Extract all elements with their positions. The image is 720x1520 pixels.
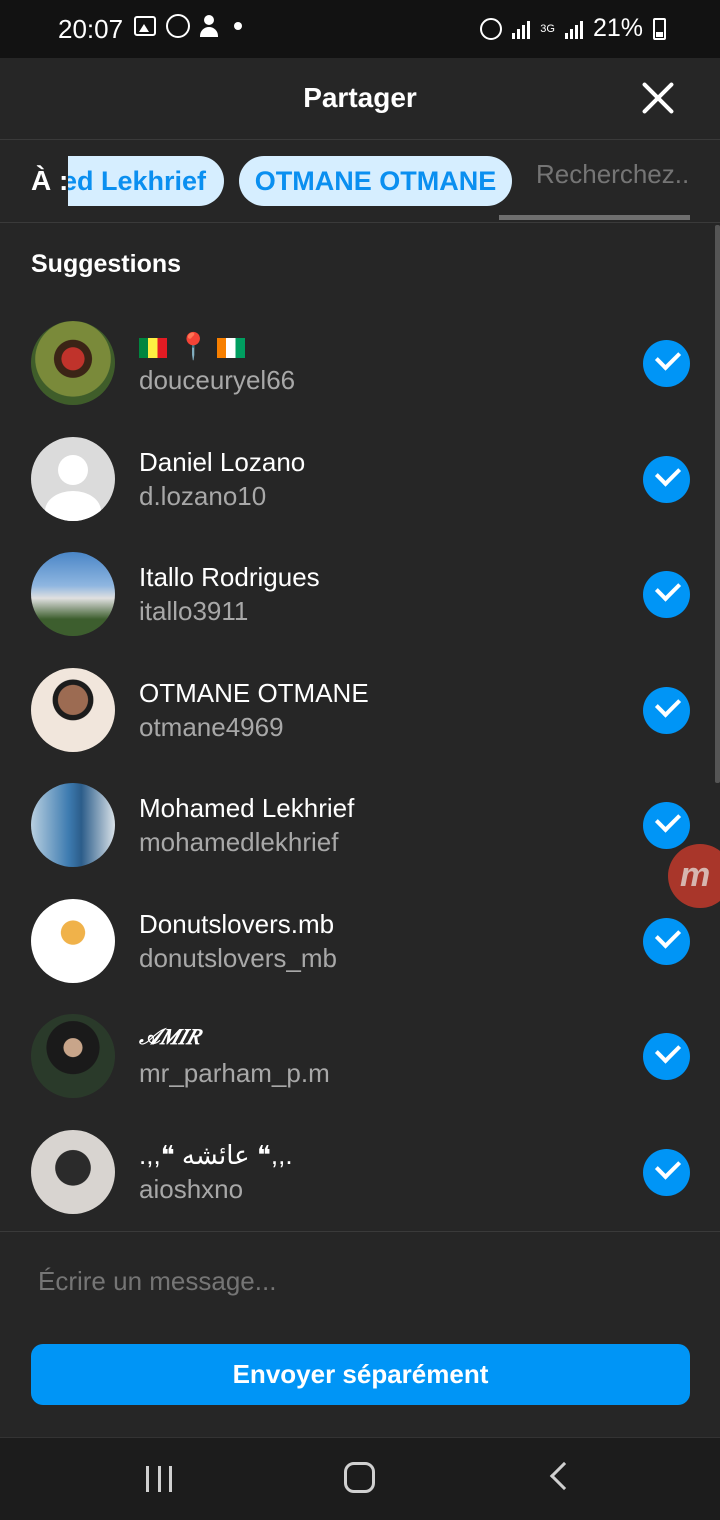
recipient-chip[interactable]: OTMANE OTMANE xyxy=(239,156,512,206)
system-navigation-bar xyxy=(0,1437,720,1520)
suggestions-title: Suggestions xyxy=(31,250,182,278)
list-item[interactable]: Donutslovers.mb donutslovers_mb xyxy=(0,883,720,999)
list-item[interactable]: .,,❝ عائشه ❝,,. aioshxno xyxy=(0,1114,720,1230)
message-input[interactable] xyxy=(38,1266,678,1297)
recipient-chip-label: OTMANE OTMANE xyxy=(254,166,497,196)
recipient-search-input[interactable] xyxy=(536,159,696,190)
signal-icon xyxy=(512,19,531,39)
contact-username: aioshxno xyxy=(139,1173,244,1204)
status-bar: 20:07 3G 21% xyxy=(0,0,720,58)
suggestions-list: 📍 douceuryel66 Daniel Lozano d.lozano10 … xyxy=(0,305,720,1229)
to-label: À : xyxy=(31,165,69,196)
battery-icon xyxy=(653,17,666,40)
alarm-icon xyxy=(480,17,503,40)
recent-apps-icon[interactable] xyxy=(146,1466,172,1492)
checkmark-icon[interactable] xyxy=(643,1033,690,1080)
contact-name: .,,❝ عائشه ❝,,. xyxy=(139,1139,293,1170)
contact-username: itallo3911 xyxy=(139,596,249,626)
share-header: Partager xyxy=(0,58,720,140)
contact-name: Itallo Rodrigues xyxy=(139,562,320,592)
contact-name: Mohamed Lekhrief xyxy=(139,793,355,823)
checkmark-icon[interactable] xyxy=(643,917,690,965)
checkmark-icon[interactable] xyxy=(643,1148,690,1196)
senegal-flag-icon xyxy=(139,338,167,359)
avatar xyxy=(31,321,115,405)
status-notification-icons xyxy=(134,14,242,38)
status-time: 20:07 xyxy=(58,14,124,44)
checkmark-icon[interactable] xyxy=(643,686,690,734)
search-underline xyxy=(499,215,690,220)
whatsapp-icon xyxy=(166,14,190,38)
avatar xyxy=(31,667,115,752)
avatar xyxy=(31,783,115,867)
list-item[interactable]: 📍 douceuryel66 xyxy=(0,305,720,421)
page-title: Partager xyxy=(303,82,417,113)
contact-username: mohamedlekhrief xyxy=(139,827,339,857)
battery-percent: 21% xyxy=(592,14,643,42)
list-item[interactable]: 𝒜𝑀𝐼𝑅 mr_parham_p.m xyxy=(0,998,720,1114)
gallery-icon xyxy=(134,16,156,36)
avatar xyxy=(31,436,115,521)
checkmark-icon[interactable] xyxy=(643,571,690,618)
divider xyxy=(0,1231,720,1232)
back-icon[interactable] xyxy=(549,1461,579,1491)
contact-name: OTMANE OTMANE xyxy=(139,677,369,708)
add-person-icon xyxy=(200,15,224,37)
avatar xyxy=(31,1129,115,1214)
recipients-bar: À : ed Lekhrief OTMANE OTMANE xyxy=(0,141,720,223)
status-system-icons: 3G 21% xyxy=(480,14,666,43)
avatar xyxy=(31,552,115,636)
contact-name: Donutslovers.mb xyxy=(139,908,335,939)
checkmark-icon[interactable] xyxy=(643,802,690,849)
list-item[interactable]: Daniel Lozano d.lozano10 xyxy=(0,421,720,537)
list-item[interactable]: OTMANE OTMANE otmane4969 xyxy=(0,652,720,768)
contact-username: otmane4969 xyxy=(139,711,284,742)
recipient-chip[interactable]: ed Lekhrief xyxy=(68,156,224,206)
contact-username: mr_parham_p.m xyxy=(139,1058,330,1088)
checkmark-icon[interactable] xyxy=(643,340,690,387)
avatar xyxy=(31,1014,115,1098)
home-icon[interactable] xyxy=(344,1462,375,1493)
contact-name: Daniel Lozano xyxy=(139,446,306,477)
network-type: 3G xyxy=(540,22,555,35)
checkmark-icon[interactable] xyxy=(643,455,690,503)
more-notifications-icon xyxy=(234,22,242,30)
ivory-coast-flag-icon xyxy=(216,338,245,359)
contact-name: 📍 xyxy=(139,331,255,362)
contact-name-text: 📍 xyxy=(177,331,210,361)
signal-icon-2 xyxy=(564,19,583,39)
contact-username: d.lozano10 xyxy=(139,480,267,511)
avatar xyxy=(31,898,115,983)
contact-username: donutslovers_mb xyxy=(139,942,337,973)
contact-username: douceuryel66 xyxy=(139,365,296,395)
recipient-chip-label: ed Lekhrief xyxy=(68,166,207,196)
list-item[interactable]: Itallo Rodrigues itallo3911 xyxy=(0,536,720,652)
contact-name: 𝒜𝑀𝐼𝑅 xyxy=(139,1024,200,1050)
list-item[interactable]: Mohamed Lekhrief mohamedlekhrief xyxy=(0,767,720,883)
close-icon[interactable] xyxy=(640,80,676,116)
send-separately-button[interactable]: Envoyer séparément xyxy=(31,1344,690,1405)
